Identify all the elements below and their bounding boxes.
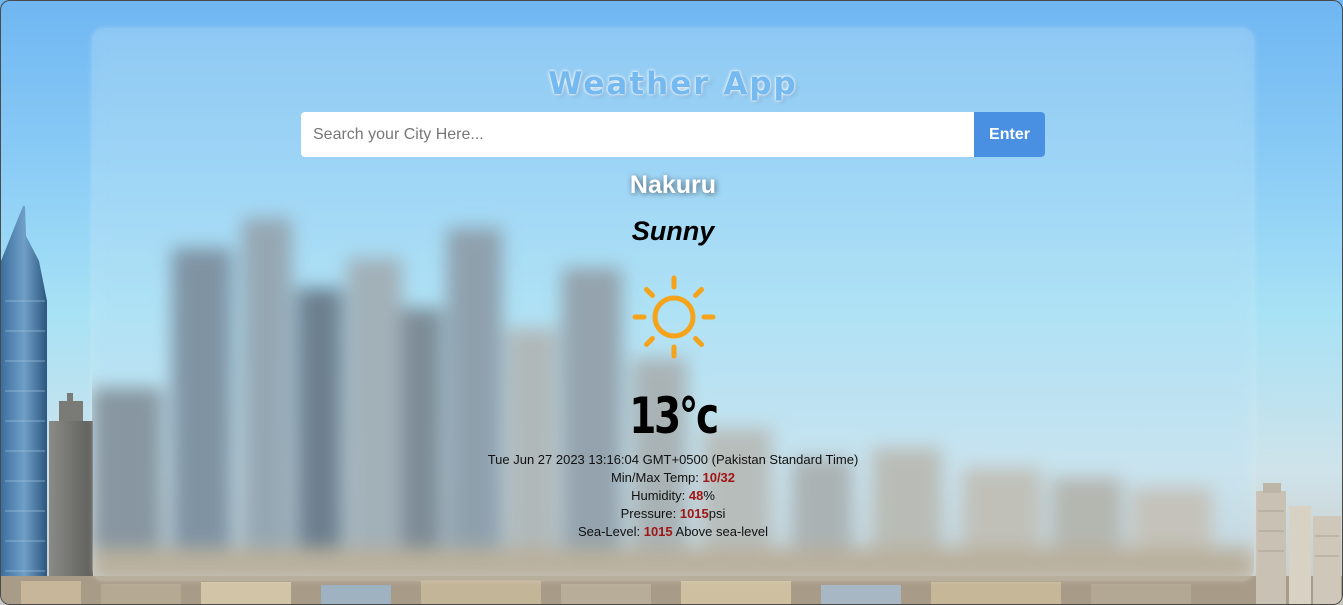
humidity-label: Humidity: [631, 488, 689, 503]
minmax-temp-row: Min/Max Temp: 10/32 [92, 469, 1254, 487]
pressure-unit: psi [708, 506, 726, 521]
temperature: 13°c [629, 387, 719, 445]
humidity-unit: % [703, 488, 715, 503]
app-window: Weather App Enter Nakuru Sunny [0, 0, 1343, 605]
search-bar: Enter [301, 112, 1045, 157]
humidity-row: Humidity: 48% [92, 487, 1254, 505]
minmax-temp-label: Min/Max Temp: [610, 470, 703, 485]
sea-level-row: Sea-Level: 1015 Above sea-level [92, 523, 1254, 541]
sea-level-label: Sea-Level: [577, 524, 644, 539]
app-title: Weather App [548, 66, 798, 102]
weather-card: Weather App Enter Nakuru Sunny [92, 28, 1254, 581]
humidity-value: 48 [688, 488, 704, 503]
sun-icon [632, 275, 716, 359]
enter-button[interactable]: Enter [974, 112, 1045, 157]
sea-level-value: 1015 [643, 524, 673, 539]
pressure-row: Pressure: 1015psi [92, 505, 1254, 523]
pressure-value: 1015 [679, 506, 709, 521]
pressure-label: Pressure: [620, 506, 680, 521]
city-name: Nakuru [629, 171, 717, 199]
weather-details: Tue Jun 27 2023 13:16:04 GMT+0500 (Pakis… [92, 451, 1254, 541]
datetime: Tue Jun 27 2023 13:16:04 GMT+0500 (Pakis… [487, 452, 859, 467]
sea-level-unit: Above sea-level [672, 524, 769, 539]
weather-condition: Sunny [631, 216, 715, 246]
city-search-input[interactable] [301, 112, 974, 157]
minmax-temp-value: 10/32 [702, 470, 736, 485]
weather-content: Weather App Enter Nakuru Sunny [92, 28, 1254, 581]
